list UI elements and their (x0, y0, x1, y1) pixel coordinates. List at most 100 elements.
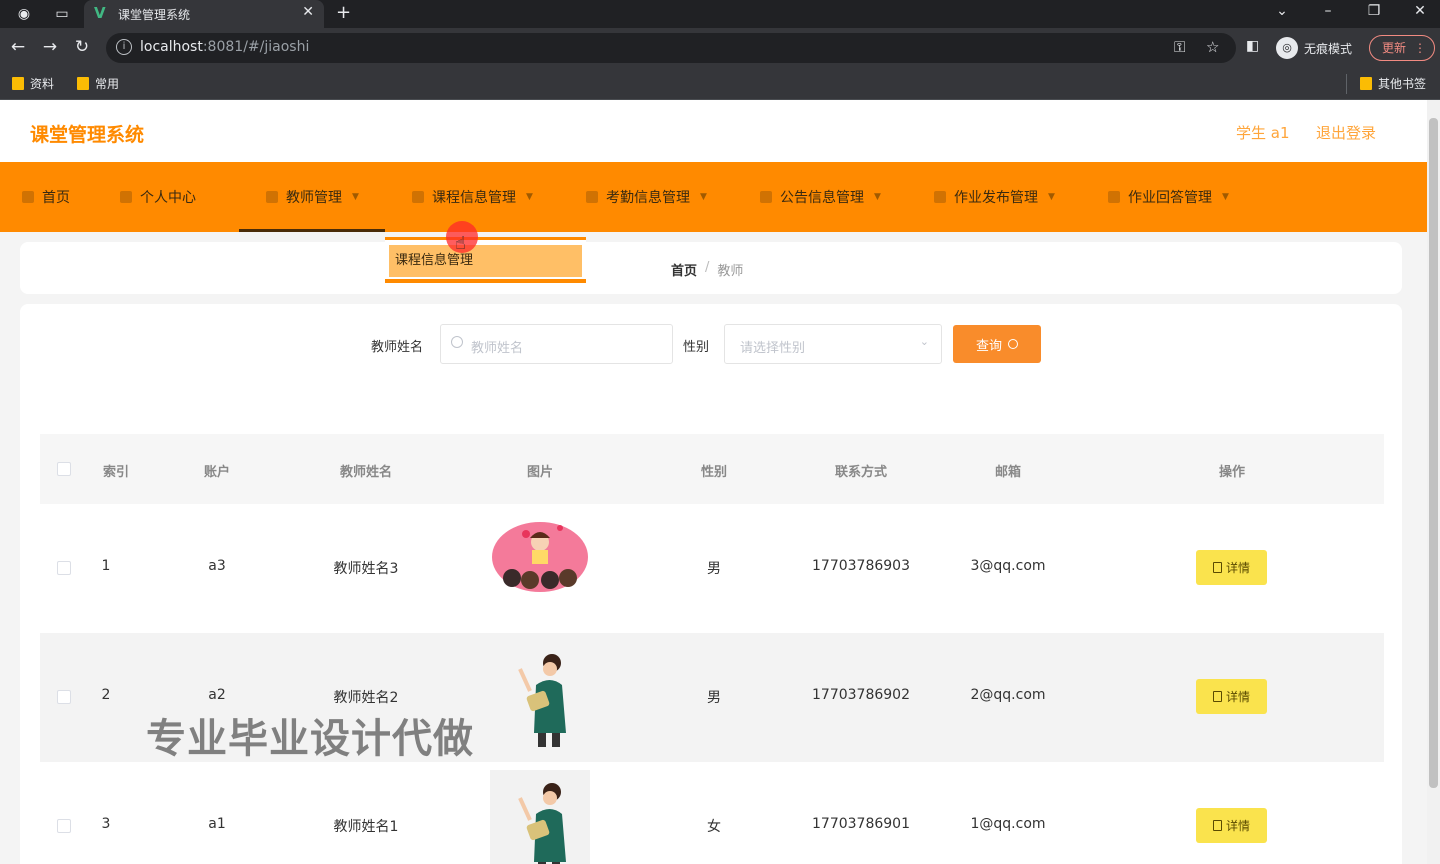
restore-icon[interactable]: ❐ (1359, 3, 1389, 19)
side-panel-icon[interactable]: ◧ (1246, 38, 1259, 54)
detail-button[interactable]: 详情 (1196, 550, 1267, 585)
query-button[interactable]: 查询 (953, 325, 1041, 363)
nav-item-home[interactable]: 首页 (22, 162, 70, 232)
bookmark-star-icon[interactable]: ☆ (1206, 38, 1219, 56)
document-icon (1212, 562, 1222, 573)
nav-item-homework-publish[interactable]: 作业发布管理 ▼ (934, 162, 1055, 232)
close-window-icon[interactable]: ✕ (1405, 3, 1435, 19)
column-header-email: 邮箱 (994, 465, 1022, 480)
back-icon[interactable]: ← (7, 37, 29, 57)
breadcrumb: 首页 / 教师 (671, 260, 743, 279)
nav-item-courses[interactable]: 课程信息管理 ▼ (412, 162, 533, 232)
user-icon (120, 191, 132, 203)
document-icon (1212, 691, 1222, 702)
tab-title: 课堂管理系统 (118, 8, 191, 22)
update-button[interactable]: 更新 ⋮ (1369, 35, 1435, 61)
key-icon[interactable]: ⚿ (1174, 38, 1185, 56)
breadcrumb-bar: 首页 / 教师 (20, 242, 1402, 294)
minimize-icon[interactable]: – (1313, 3, 1343, 19)
cell-phone: 17703786903 (812, 558, 910, 574)
browser-profile-icon[interactable]: ◉ (14, 4, 34, 24)
row-checkbox[interactable] (57, 561, 71, 575)
detail-button[interactable]: 详情 (1196, 808, 1267, 843)
detail-label: 详情 (1225, 690, 1250, 704)
incognito-label: 无痕模式 (1304, 41, 1353, 56)
breadcrumb-separator: / (705, 260, 710, 275)
nav-label: 公告信息管理 (780, 190, 864, 206)
row-checkbox[interactable] (57, 819, 71, 833)
browser-toolbar: ← → ↻ i localhost:8081/#/jiaoshi ⚿ ☆ ◧ ◎… (0, 28, 1440, 68)
nav-label: 个人中心 (140, 190, 196, 206)
courses-dropdown-menu: 课程信息管理 (385, 237, 586, 283)
teacher-name-label: 教师姓名 (371, 340, 424, 355)
forward-icon[interactable]: → (39, 37, 61, 57)
column-header-account: 账户 (203, 465, 231, 480)
reload-icon[interactable]: ↻ (71, 37, 93, 57)
document-icon (1212, 820, 1222, 831)
table-row[interactable]: 3 a1 教师姓名1 女 17703786901 1@qq.com 详情 (40, 762, 1384, 864)
teacher-photo (518, 654, 566, 747)
logout-link[interactable]: 退出登录 (1316, 122, 1376, 143)
nav-item-attendance[interactable]: 考勤信息管理 ▼ (586, 162, 707, 232)
update-label: 更新 (1382, 41, 1407, 55)
nav-item-homework-answers[interactable]: 作业回答管理 ▼ (1108, 162, 1229, 232)
cell-index: 3 (101, 816, 111, 832)
new-tab-icon[interactable]: + (336, 2, 351, 23)
nav-label: 课程信息管理 (432, 190, 516, 206)
brand-title: 课堂管理系统 (30, 124, 145, 146)
cell-email: 3@qq.com (970, 558, 1046, 574)
main-nav: 首页 个人中心 教师管理 ▼ 课程信息管理 ▼ 考勤信息管理 ▼ 公告信息管理 … (0, 162, 1427, 232)
bookmark-separator (1346, 74, 1347, 94)
app-viewport: 课堂管理系统 学生 a1 退出登录 首页 个人中心 教师管理 ▼ 课程信息管理 … (0, 100, 1427, 864)
cell-name: 教师姓名3 (333, 561, 399, 577)
home-icon (22, 191, 34, 203)
table-header: 索引 账户 教师姓名 图片 性别 联系方式 邮箱 操作 (40, 434, 1384, 504)
address-bar[interactable]: i localhost:8081/#/jiaoshi ⚿ ☆ (106, 33, 1236, 63)
tab-list-icon[interactable]: ⌄ (1267, 3, 1297, 19)
detail-button[interactable]: 详情 (1196, 679, 1267, 714)
cell-account: a3 (208, 558, 226, 574)
bookmark-folder-0[interactable]: 资料 (12, 75, 54, 92)
cell-email: 2@qq.com (970, 687, 1046, 703)
vue-logo-icon: V (94, 4, 106, 22)
bookmark-label: 其他书签 (1378, 77, 1427, 91)
teacher-photo (490, 770, 590, 864)
chevron-down-icon: ▼ (874, 192, 881, 202)
breadcrumb-home[interactable]: 首页 (671, 260, 697, 279)
close-tab-icon[interactable]: ✕ (302, 4, 314, 20)
search-form: 教师姓名 教师姓名 性别 请选择性别 ⌄ 查询 (20, 324, 1402, 364)
row-checkbox[interactable] (57, 690, 71, 704)
bookmarks-bar: 资料 常用 其他书签 (0, 68, 1440, 100)
cell-phone: 17703786902 (812, 687, 910, 703)
scrollbar-thumb[interactable] (1429, 118, 1438, 788)
teacher-name-input[interactable]: 教师姓名 (440, 324, 673, 364)
nav-label: 作业发布管理 (954, 190, 1038, 206)
search-icon (451, 336, 463, 348)
watermark-text: 专业毕业设计代做 (146, 716, 474, 762)
cell-name: 教师姓名2 (333, 690, 399, 706)
menu-icon (266, 191, 278, 203)
table-row[interactable]: 1 a3 教师姓名3 男 17703786903 3@qq.com 详情 (40, 504, 1384, 633)
nav-label: 考勤信息管理 (606, 190, 690, 206)
nav-item-teachers[interactable]: 教师管理 ▼ (266, 162, 359, 232)
dropdown-item-course-info[interactable]: 课程信息管理 (389, 245, 582, 277)
url-text: localhost:8081/#/jiaoshi (140, 39, 310, 55)
tab-search-icon[interactable]: ▭ (52, 4, 72, 24)
site-info-icon[interactable]: i (116, 39, 132, 55)
folder-icon (77, 77, 89, 90)
nav-item-profile[interactable]: 个人中心 (120, 162, 196, 232)
select-all-checkbox[interactable] (57, 462, 71, 476)
bookmark-folder-1[interactable]: 常用 (77, 75, 119, 92)
browser-tab[interactable]: V 课堂管理系统 ✕ (84, 0, 324, 28)
gender-select[interactable]: 请选择性别 ⌄ (724, 324, 942, 364)
cell-email: 1@qq.com (970, 816, 1046, 832)
page-scrollbar[interactable] (1427, 100, 1440, 864)
incognito-indicator[interactable]: ◎ 无痕模式 (1276, 36, 1352, 60)
nav-item-notices[interactable]: 公告信息管理 ▼ (760, 162, 881, 232)
cell-account: a1 (208, 816, 226, 832)
detail-label: 详情 (1225, 561, 1250, 575)
bookmark-label: 常用 (95, 77, 120, 91)
other-bookmarks[interactable]: 其他书签 (1360, 75, 1426, 92)
nav-label: 教师管理 (286, 190, 342, 206)
more-menu-icon[interactable]: ⋮ (1414, 36, 1426, 60)
